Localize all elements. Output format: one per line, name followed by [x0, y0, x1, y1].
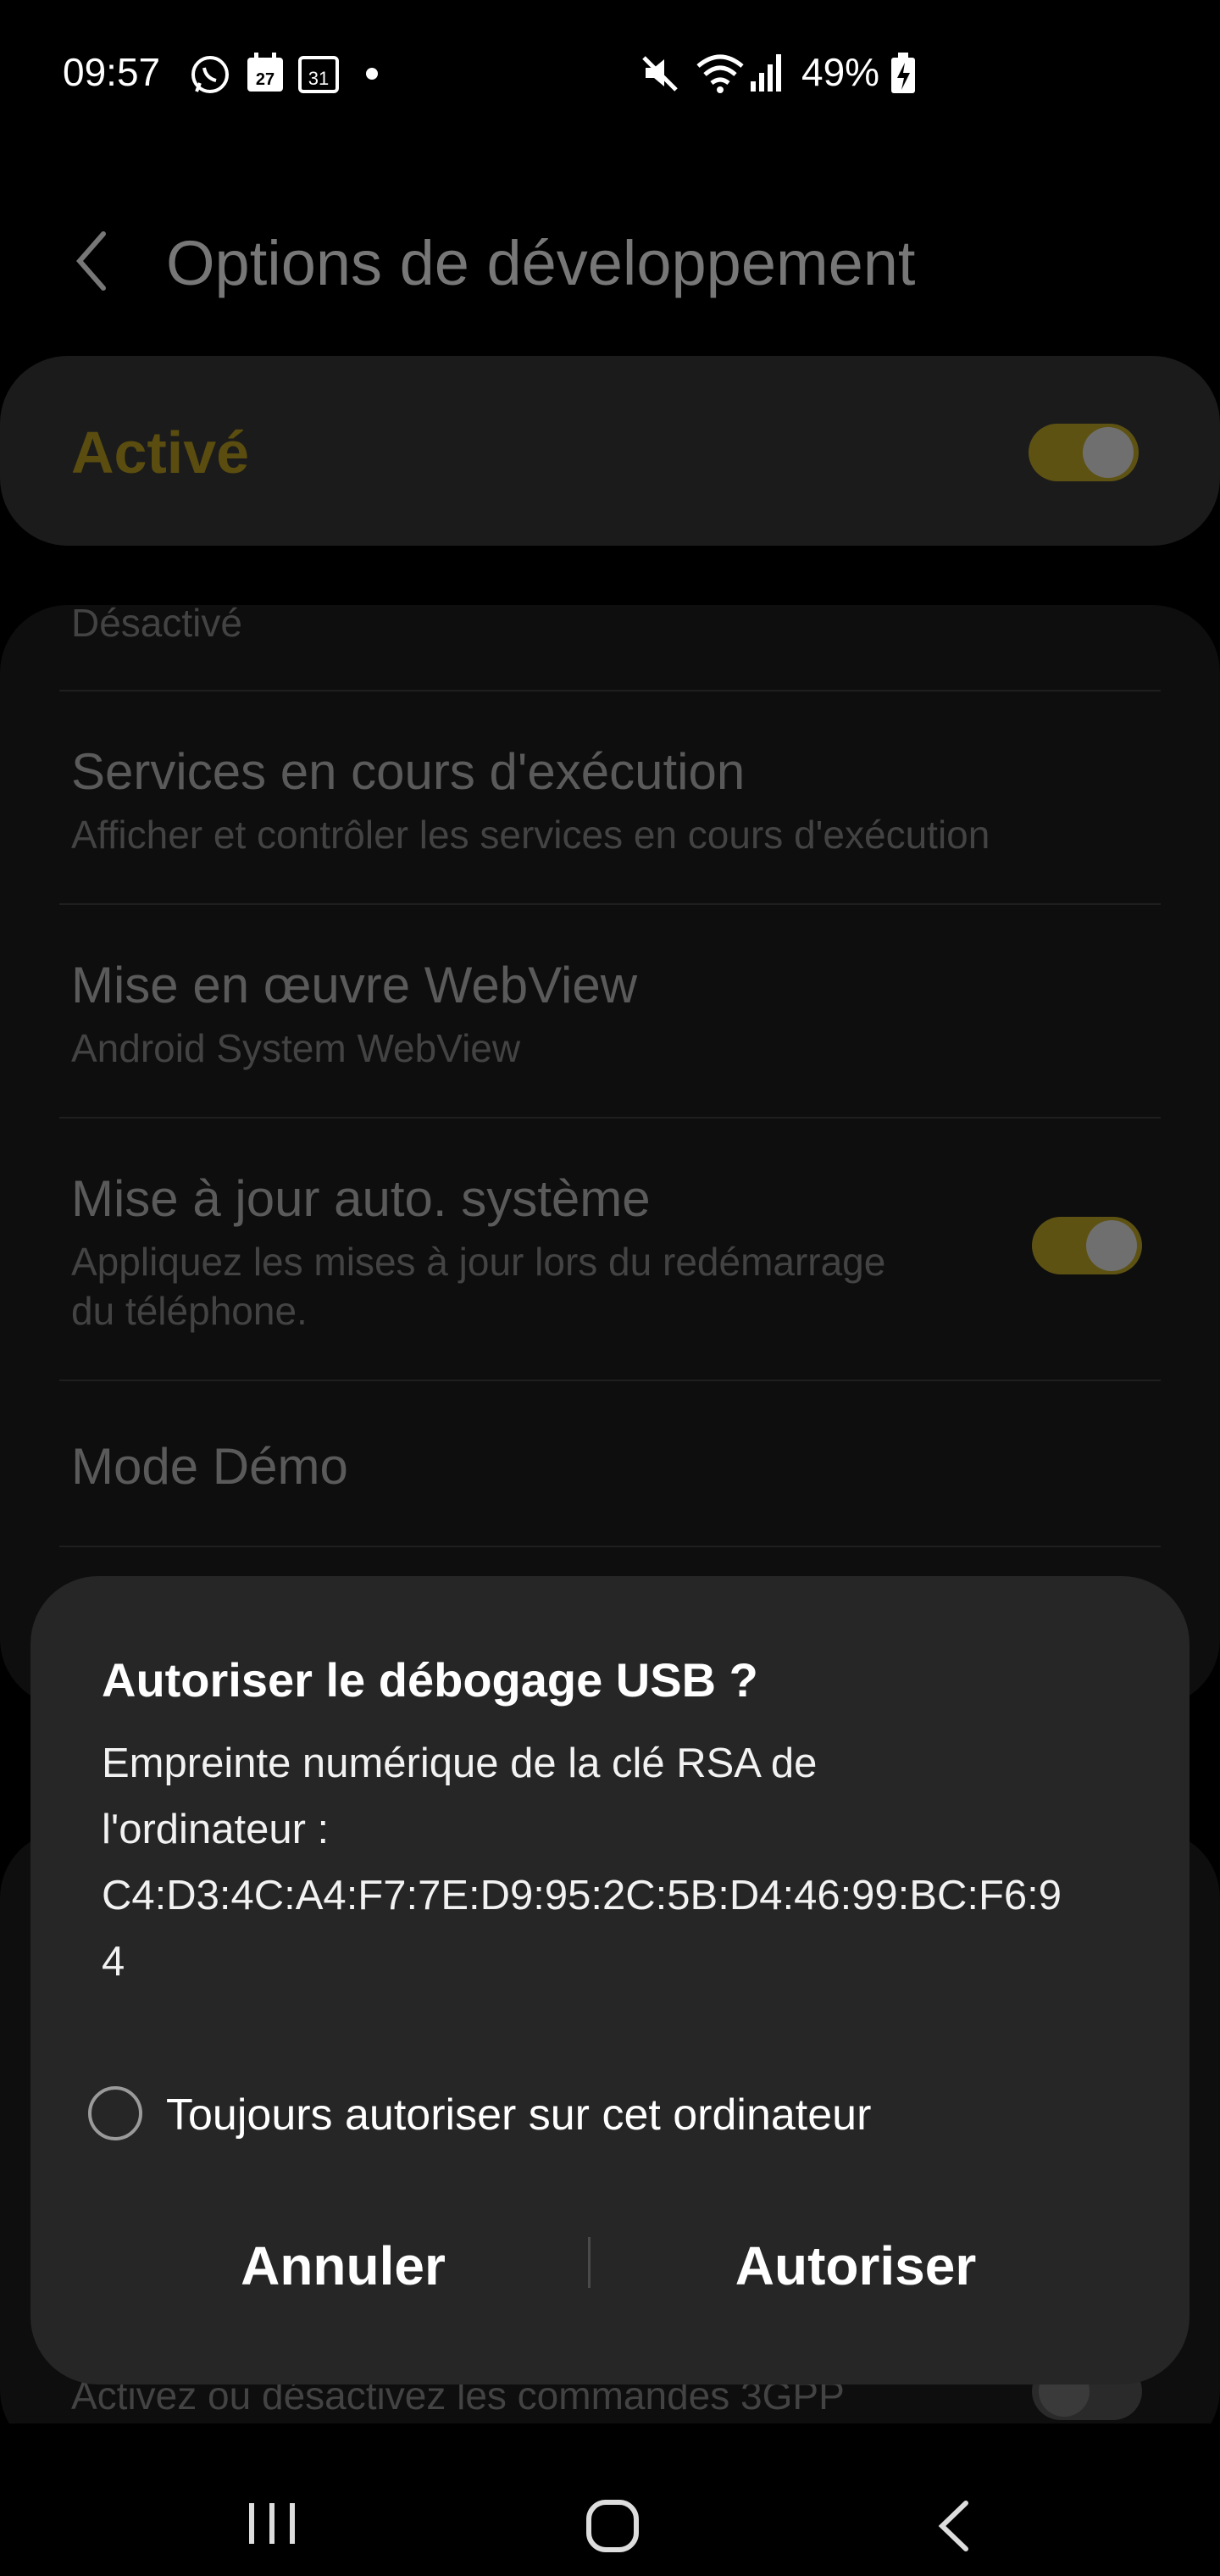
setting-subtitle: Android System WebView: [71, 1026, 521, 1070]
button-divider: [588, 2237, 591, 2288]
back-arrow-icon[interactable]: [71, 227, 112, 295]
cancel-button[interactable]: Annuler: [203, 2223, 483, 2308]
dialog-message-line: l'ordinateur :: [102, 1807, 330, 1852]
setting-subtitle: Afficher et contrôler les services en co…: [71, 813, 990, 857]
dialog-message: Empreinte numérique de la clé RSA de l'o…: [102, 1730, 1118, 1995]
divider: [59, 1546, 1161, 1547]
radio-button-icon[interactable]: [88, 2086, 142, 2140]
dialog-title: Autoriser le débogage USB ?: [102, 1653, 758, 1707]
toggle-knob: [1083, 427, 1134, 478]
setting-title: Mode Démo: [71, 1438, 348, 1495]
partial-setting-value: Désactivé: [71, 601, 242, 645]
setting-title: Mise en œuvre WebView: [71, 957, 638, 1013]
setting-title: Mise à jour auto. système: [71, 1170, 651, 1227]
rsa-fingerprint-end: 4: [102, 1939, 125, 1985]
rsa-fingerprint: C4:D3:4C:A4:F7:7E:D9:95:2C:5B:D4:46:99:B…: [102, 1873, 1062, 1918]
page-title: Options de développement: [166, 228, 916, 298]
setting-title: Services en cours d'exécution: [71, 743, 746, 800]
back-icon[interactable]: [935, 2498, 973, 2558]
auto-update-toggle[interactable]: [1032, 1217, 1142, 1274]
setting-subtitle-line1: Appliquez les mises à jour lors du redém…: [71, 1240, 886, 1284]
toggle-knob: [1086, 1220, 1137, 1271]
recents-icon[interactable]: [246, 2500, 300, 2551]
always-allow-label: Toujours autoriser sur cet ordinateur: [166, 2090, 872, 2140]
master-switch-label: Activé: [71, 419, 250, 486]
navigation-bar: [0, 2423, 1220, 2576]
setting-subtitle-line2: du téléphone.: [71, 1289, 308, 1333]
dialog-message-line: Empreinte numérique de la clé RSA de: [102, 1740, 818, 1786]
always-allow-checkbox[interactable]: Toujours autoriser sur cet ordinateur: [85, 2081, 1034, 2157]
home-icon[interactable]: [585, 2498, 640, 2558]
allow-button[interactable]: Autoriser: [712, 2223, 1000, 2308]
master-toggle[interactable]: [1029, 424, 1139, 481]
